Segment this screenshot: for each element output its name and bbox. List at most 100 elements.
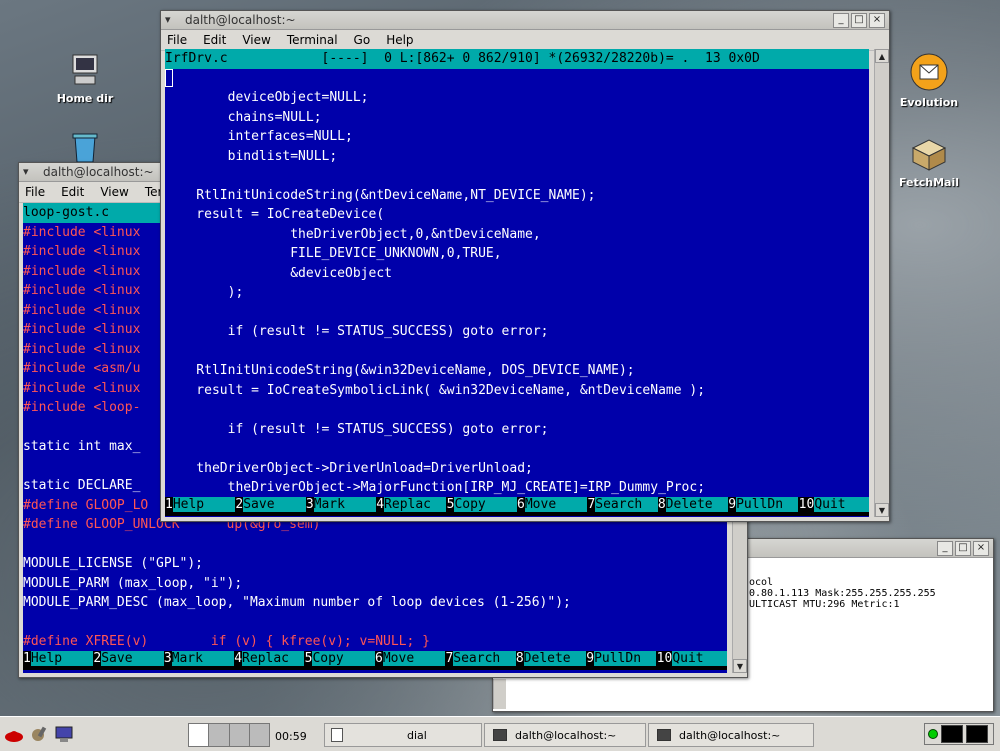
code-line: RtlInitUnicodeString(&win32DeviceName, D…	[165, 363, 635, 378]
fkey-save[interactable]: 2Save	[93, 651, 164, 670]
network-scrollbar[interactable]	[493, 679, 506, 709]
menu-view[interactable]: View	[242, 33, 270, 47]
monitor-launcher-icon[interactable]	[54, 725, 74, 743]
main-function-key-bar: 1Help 2Save 3Mark 4Replac 5Copy 6Move 7Search 8…	[165, 497, 869, 516]
window-menu-icon[interactable]: ▾	[165, 13, 171, 26]
menu-file[interactable]: File	[167, 33, 187, 47]
fkey-number: 2	[235, 497, 244, 512]
fkey-quit[interactable]: 10Quit	[656, 651, 727, 670]
code-line: result = IoCreateSymbolicLink( &win32Dev…	[165, 382, 706, 398]
trash-can-icon	[67, 132, 103, 163]
menu-go[interactable]: Go	[354, 33, 371, 47]
fkey-label: Quit	[814, 497, 869, 512]
fkey-replac[interactable]: 4Replac	[376, 497, 447, 516]
fetchmail-label: FetchMail	[898, 176, 960, 189]
main-window-titlebar[interactable]: ▾ dalth@localhost:~ _ □ ×	[161, 11, 889, 30]
menu-view[interactable]: View	[100, 185, 128, 199]
code-line: MODULE_LICENSE ("GPL");	[23, 556, 204, 571]
fkey-pulldn[interactable]: 9PullDn	[728, 497, 799, 516]
fkey-move[interactable]: 6Move	[517, 497, 588, 516]
main-terminal-scrollbar[interactable]: ▲ ▼	[874, 49, 889, 517]
redhat-menu-icon[interactable]	[4, 725, 24, 743]
task-dial[interactable]: dial	[324, 723, 482, 747]
fkey-label: Replac	[242, 651, 305, 666]
home-dir-icon[interactable]: Home dir	[45, 52, 125, 105]
system-monitor-applet[interactable]	[924, 723, 994, 745]
launcher-icon[interactable]	[30, 725, 50, 743]
evolution-icon[interactable]: Evolution	[889, 52, 969, 109]
menu-terminal[interactable]: Terminal	[287, 33, 338, 47]
fkey-help[interactable]: 1Help	[23, 651, 94, 670]
fkey-number: 3	[163, 651, 172, 666]
fkey-label: Replac	[384, 497, 447, 512]
maximize-icon[interactable]: □	[955, 541, 971, 556]
fkey-label: Copy	[454, 497, 517, 512]
fkey-label: Quit	[672, 651, 727, 666]
fkey-label: Move	[382, 651, 446, 666]
task-label: dalth@localhost:~	[515, 728, 617, 742]
fkey-copy[interactable]: 5Copy	[446, 497, 518, 516]
code-line: MODULE_PARM (max_loop, "i");	[23, 575, 243, 591]
fkey-replac[interactable]: 4Replac	[234, 651, 305, 670]
menu-file[interactable]: File	[25, 185, 45, 199]
code-line: bindlist=NULL;	[165, 148, 338, 164]
code-line: &deviceObject	[165, 265, 392, 281]
code-line	[165, 69, 869, 89]
fkey-search[interactable]: 7Search	[587, 497, 658, 516]
cpu-graph-icon	[941, 725, 963, 743]
code-line: interfaces=NULL;	[165, 129, 353, 144]
scroll-up-icon[interactable]: ▲	[875, 49, 889, 63]
fkey-mark[interactable]: 3Mark	[163, 651, 235, 670]
main-terminal-window[interactable]: ▾ dalth@localhost:~ _ □ × File Edit View…	[160, 10, 890, 522]
panel-taskbar: 00:59 dial dalth@localhost:~ dalth@local…	[0, 716, 1000, 751]
fkey-move[interactable]: 6Move	[375, 651, 446, 670]
task-terminal-2[interactable]: dalth@localhost:~	[648, 723, 814, 747]
main-terminal-screen[interactable]: IrfDrv.c [----] 0 L:[862+ 0 862/910] *(2…	[165, 49, 869, 517]
fetchmail-icon[interactable]: FetchMail	[889, 134, 969, 189]
fkey-search[interactable]: 7Search	[445, 651, 516, 670]
main-code-area: deviceObject=NULL; chains=NULL; interfac…	[165, 69, 869, 498]
fkey-number: 9	[728, 497, 737, 512]
window-menu-icon[interactable]: ▾	[23, 165, 29, 178]
fkey-copy[interactable]: 5Copy	[304, 651, 376, 670]
fkey-help[interactable]: 1Help	[165, 497, 236, 516]
fkey-label: Mark	[313, 497, 377, 512]
fkey-number: 3	[305, 497, 314, 512]
clock[interactable]: 00:59	[275, 730, 307, 743]
menu-help[interactable]: Help	[386, 33, 413, 47]
menu-edit[interactable]: Edit	[203, 33, 226, 47]
workspace-2[interactable]	[209, 724, 230, 746]
fkey-save[interactable]: 2Save	[235, 497, 306, 516]
code-line: if (result != STATUS_SUCCESS) goto error…	[165, 421, 549, 437]
scroll-down-icon[interactable]: ▼	[875, 503, 889, 517]
workspace-3[interactable]	[230, 724, 250, 746]
menu-edit[interactable]: Edit	[61, 185, 84, 199]
close-icon[interactable]: ×	[973, 541, 989, 556]
back-function-key-bar: 1Help 2Save 3Mark 4Replac 5Copy 6Move 7Search 8…	[23, 651, 727, 670]
task-terminal-1[interactable]: dalth@localhost:~	[484, 723, 646, 747]
network-line: ocol	[749, 577, 774, 588]
fkey-delete[interactable]: 8Delete	[657, 497, 729, 516]
fkey-mark[interactable]: 3Mark	[305, 497, 377, 516]
fkey-number: 10	[656, 651, 673, 666]
fkey-pulldn[interactable]: 9PullDn	[586, 651, 657, 670]
fkey-label: Move	[524, 497, 588, 512]
code-line: MODULE_PARM_DESC (max_loop, "Maximum num…	[23, 595, 571, 610]
fkey-number: 10	[798, 497, 815, 512]
fkey-label: Save	[243, 497, 306, 512]
fkey-quit[interactable]: 10Quit	[798, 497, 869, 516]
trash-icon[interactable]	[45, 132, 125, 166]
fkey-delete[interactable]: 8Delete	[515, 651, 587, 670]
close-icon[interactable]: ×	[869, 13, 885, 28]
workspace-1[interactable]	[189, 724, 210, 746]
workspace-4[interactable]	[250, 724, 269, 746]
maximize-icon[interactable]: □	[851, 13, 867, 28]
minimize-icon[interactable]: _	[833, 13, 849, 28]
fkey-number: 7	[587, 497, 596, 512]
minimize-icon[interactable]: _	[937, 541, 953, 556]
scroll-down-icon[interactable]: ▼	[733, 659, 747, 673]
workspace-switcher[interactable]	[188, 723, 270, 747]
